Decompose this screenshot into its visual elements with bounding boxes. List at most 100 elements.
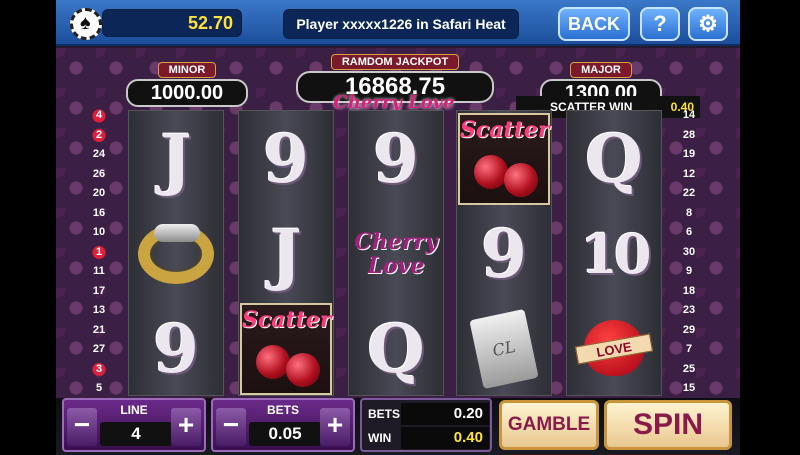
- symbol-j: J: [270, 214, 302, 293]
- reel-cell: J: [239, 206, 333, 301]
- reel-cell: 10: [567, 206, 661, 301]
- payline-number[interactable]: 8: [678, 204, 700, 224]
- payline-number[interactable]: 14: [678, 106, 700, 126]
- poker-chip-icon: [70, 8, 102, 40]
- payline-number[interactable]: 26: [88, 165, 110, 185]
- symbol-9: 9: [263, 119, 309, 198]
- cherry-icon: [286, 352, 320, 387]
- payline-number[interactable]: 6: [678, 223, 700, 243]
- payline-number[interactable]: 2: [88, 125, 110, 145]
- balance-display: 52.70: [102, 9, 242, 37]
- reel-cell: [129, 206, 223, 301]
- bets-minus-button[interactable]: −: [216, 408, 246, 446]
- payline-number[interactable]: 4: [88, 106, 110, 126]
- symbol-10: 10: [580, 221, 651, 286]
- reel-cell: 9: [239, 111, 333, 206]
- line-value: 4: [100, 422, 172, 446]
- back-button[interactable]: BACK: [558, 7, 630, 41]
- symbol-9: 9: [153, 309, 199, 388]
- player-message: Player xxxxx1226 in Safari Heat: [283, 9, 519, 39]
- payline-number[interactable]: 24: [88, 145, 110, 165]
- reel-4: Scatter 9 CL: [456, 110, 552, 396]
- payline-numbers-left: 4 2 24 26 20 16 10 1 11 17 13 21 27 3 5: [88, 106, 110, 399]
- balance-value: 52.70: [187, 13, 233, 33]
- total-bets-label: BETS: [368, 407, 401, 421]
- payline-number[interactable]: 11: [88, 262, 110, 282]
- minor-jackpot: MINOR 1000.00: [126, 60, 248, 107]
- line-minus-button[interactable]: −: [67, 408, 97, 446]
- spin-button[interactable]: SPIN: [604, 400, 732, 450]
- payline-number[interactable]: 3: [88, 359, 110, 379]
- top-bar: 52.70 Player xxxxx1226 in Safari Heat BA…: [56, 0, 740, 46]
- bets-plus-button[interactable]: +: [320, 408, 350, 446]
- symbol-j: J: [160, 119, 192, 198]
- scatter-cherry-symbol: Scatter: [240, 302, 332, 395]
- reel-3: 9 Cherry Love Q: [348, 110, 444, 396]
- reel-cell: Q: [567, 111, 661, 206]
- payline-number[interactable]: 12: [678, 165, 700, 185]
- payline-number[interactable]: 20: [88, 184, 110, 204]
- major-jackpot-label: MAJOR: [570, 62, 632, 78]
- minor-jackpot-label: MINOR: [157, 62, 217, 78]
- payline-number[interactable]: 5: [88, 379, 110, 399]
- payline-number[interactable]: 10: [88, 223, 110, 243]
- symbol-q: Q: [585, 119, 643, 198]
- bets-value: 0.05: [249, 422, 321, 446]
- line-stepper: LINE − 4 +: [62, 398, 206, 452]
- payline-number[interactable]: 22: [678, 184, 700, 204]
- payline-number[interactable]: 29: [678, 321, 700, 341]
- payline-number[interactable]: 23: [678, 301, 700, 321]
- minor-jackpot-value: 1000.00: [126, 79, 248, 107]
- reel-cell: Cherry Love: [349, 206, 443, 301]
- gold-ring-icon: [138, 223, 214, 284]
- settings-gear-icon[interactable]: ⚙: [688, 7, 728, 41]
- win-row: WIN 0.40: [365, 427, 489, 449]
- bet-win-panel: BETS 0.20 WIN 0.40: [360, 398, 492, 452]
- payline-number[interactable]: 7: [678, 340, 700, 360]
- love-heart-symbol: LOVE: [574, 319, 654, 378]
- total-bets-row: BETS 0.20: [365, 403, 489, 425]
- reel-5: Q 10 LOVE: [566, 110, 662, 396]
- reel-cell: CL: [457, 301, 551, 396]
- cherry-icon: [256, 344, 290, 379]
- reel-2: 9 J Scatter: [238, 110, 334, 396]
- win-value: 0.40: [401, 427, 489, 449]
- payline-number[interactable]: 21: [88, 321, 110, 341]
- payline-numbers-right: 14 28 19 12 22 8 6 30 9 18 23 29 7 25 15: [678, 106, 700, 399]
- payline-number[interactable]: 28: [678, 126, 700, 146]
- cherry-icon: [504, 162, 538, 197]
- payline-number[interactable]: 30: [678, 243, 700, 263]
- reel-cell: Q: [349, 301, 443, 396]
- help-button[interactable]: ?: [640, 7, 680, 41]
- game-frame: 52.70 Player xxxxx1226 in Safari Heat BA…: [56, 0, 740, 455]
- payline-number[interactable]: 13: [88, 301, 110, 321]
- payline-number[interactable]: 9: [678, 262, 700, 282]
- win-label: WIN: [368, 431, 392, 445]
- total-bets-value: 0.20: [401, 403, 489, 425]
- random-jackpot-label: RAMDOM JACKPOT: [330, 54, 460, 70]
- payline-number[interactable]: 16: [88, 204, 110, 224]
- reel-cell: 9: [349, 111, 443, 206]
- scatter-cherry-symbol: Scatter: [458, 112, 550, 205]
- bets-stepper: BETS − 0.05 +: [211, 398, 355, 452]
- reel-cell: J: [129, 111, 223, 206]
- payline-number[interactable]: 15: [678, 379, 700, 399]
- reel-cell: 9: [457, 206, 551, 301]
- reel-cell: 9: [129, 301, 223, 396]
- payline-number[interactable]: 27: [88, 340, 110, 360]
- cherry-icon: [474, 154, 508, 189]
- reel-1: J9: [128, 110, 224, 396]
- payline-number[interactable]: 17: [88, 282, 110, 302]
- symbol-q: Q: [367, 309, 425, 388]
- payline-number[interactable]: 25: [678, 360, 700, 380]
- symbol-9: 9: [373, 119, 419, 198]
- reel-cell: Scatter: [457, 111, 551, 206]
- lighter-symbol: CL: [469, 308, 539, 389]
- symbol-9: 9: [481, 214, 527, 293]
- payline-number[interactable]: 1: [88, 242, 110, 262]
- gamble-button[interactable]: GAMBLE: [499, 400, 599, 450]
- payline-number[interactable]: 19: [678, 145, 700, 165]
- line-plus-button[interactable]: +: [171, 408, 201, 446]
- cherry-love-symbol: Cherry Love: [354, 228, 438, 279]
- payline-number[interactable]: 18: [678, 282, 700, 302]
